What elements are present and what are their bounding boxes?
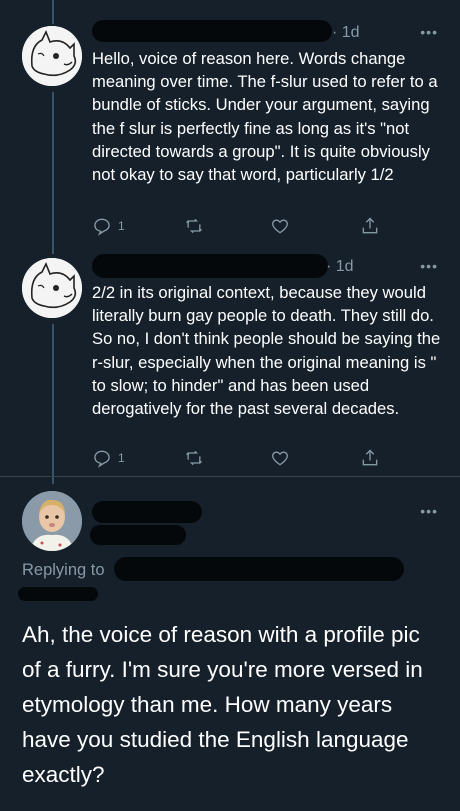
like-icon: [272, 451, 288, 466]
reply-button[interactable]: 1: [92, 216, 125, 236]
redacted-replying-handles: [114, 557, 404, 581]
tweet-actions: 1: [92, 216, 392, 242]
retweet-icon: [186, 450, 202, 466]
reply-icon: [94, 450, 110, 468]
reply-icon: [94, 218, 110, 236]
reply-count: 1: [118, 219, 125, 233]
redacted-username: [92, 20, 332, 42]
tweet-1[interactable]: · 1d ••• Hello, voice of reason here. Wo…: [0, 0, 460, 250]
main-tweet: ••• Replying to Ah, the voice of reason …: [0, 477, 460, 811]
share-icon: [362, 217, 378, 234]
more-options-button[interactable]: •••: [420, 24, 438, 40]
share-button[interactable]: [360, 216, 380, 236]
like-button[interactable]: [270, 448, 290, 468]
tweet-text: 2/2 in its original context, because the…: [92, 283, 441, 419]
retweet-button[interactable]: [184, 216, 204, 236]
redacted-name: [92, 501, 202, 523]
redacted-replying-handles-2: [18, 587, 98, 601]
tweet-timestamp: · 1d: [326, 258, 354, 275]
redacted-username: [92, 254, 328, 278]
thread-line-bottom: [52, 324, 54, 484]
more-options-button[interactable]: •••: [420, 503, 438, 519]
thread-line-middle: [52, 92, 54, 254]
like-icon: [272, 219, 288, 234]
retweet-icon: [186, 218, 202, 234]
avatar-child-photo[interactable]: [22, 491, 82, 551]
main-tweet-text: Ah, the voice of reason with a profile p…: [22, 622, 423, 787]
share-button[interactable]: [360, 448, 380, 468]
avatar-furry-drawing[interactable]: [22, 258, 82, 318]
furry-avatar-icon: [22, 26, 82, 86]
like-button[interactable]: [270, 216, 290, 236]
tweet-actions: 1: [92, 448, 392, 474]
tweet-text: Hello, voice of reason here. Words chang…: [92, 49, 438, 185]
more-options-button[interactable]: •••: [420, 258, 438, 274]
replying-to-label: Replying to: [22, 561, 105, 579]
tweet-2[interactable]: · 1d ••• 2/2 in its original context, be…: [0, 250, 460, 475]
tweet-timestamp: · 1d: [332, 24, 360, 41]
redacted-handle: [90, 525, 186, 545]
retweet-button[interactable]: [184, 448, 204, 468]
share-icon: [362, 449, 378, 466]
child-photo-avatar-icon: [22, 491, 82, 551]
reply-button[interactable]: 1: [92, 448, 125, 468]
reply-count: 1: [118, 451, 125, 465]
furry-avatar-icon: [22, 258, 82, 318]
avatar-furry-drawing[interactable]: [22, 26, 82, 86]
